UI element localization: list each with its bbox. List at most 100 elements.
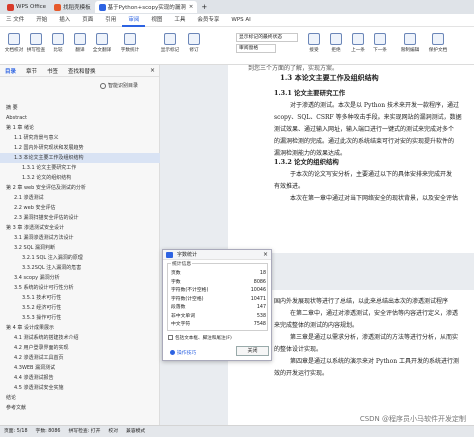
menu-view[interactable]: 视图	[145, 14, 168, 27]
toc-item[interactable]: 3.5 系统的设计可行性分析	[0, 283, 160, 293]
stat-value: 147	[256, 305, 266, 310]
toc-item[interactable]: 第 3 章 渗透测试安全设计	[0, 223, 160, 233]
show-markup-button[interactable]: 显示标记	[160, 33, 180, 53]
close-pane-icon[interactable]: ×	[150, 67, 155, 74]
status-spellcheck[interactable]: 拼写检查: 打开	[64, 426, 104, 437]
translate-button[interactable]: 翻译	[70, 33, 90, 53]
stat-row: 页数 18	[171, 270, 266, 277]
toc-item[interactable]: 4.3WEB 漏洞测试	[0, 363, 160, 373]
toc-item[interactable]: 摘 要	[0, 103, 160, 113]
toc-item[interactable]: 第 4 章 设计成果展示	[0, 323, 160, 333]
full-translate-icon	[96, 33, 108, 45]
tab-chapters[interactable]: 章节	[21, 67, 42, 75]
toc-item[interactable]: 1.3.2 论文的组织结构	[0, 173, 160, 183]
toc-item[interactable]: 1.1 研究背景与意义	[0, 133, 160, 143]
review-pane-dropdown[interactable]: 审阅窗格	[236, 44, 276, 53]
menu-member[interactable]: 会员专享	[191, 14, 225, 27]
stat-value: 7548	[253, 322, 266, 327]
paragraph-line: 第四章是通过以系统的演示来对 Python 工具开发的系统进行测	[290, 358, 459, 365]
shield-icon	[432, 33, 444, 45]
toc-item[interactable]: 4.1 测试系统的搭建技术介绍	[0, 333, 160, 343]
toc-item[interactable]: 3.2.1 SQL 注入漏洞的原理	[0, 253, 160, 263]
toc-item[interactable]: 3.4 scopy 漏洞分析	[0, 273, 160, 283]
status-word-count[interactable]: 字数: 8086	[32, 426, 65, 437]
toc-item[interactable]: 3.2 SQL 漏洞判断	[0, 243, 160, 253]
toc-item[interactable]: 4.4 渗透测试报告	[0, 373, 160, 383]
close-icon[interactable]: ×	[263, 250, 268, 260]
paragraph-line: 国内外发展现状等进行了总结，以此来总结出本次的渗透测试程序	[274, 298, 449, 305]
menu-tools[interactable]: 工具	[168, 14, 191, 27]
statistics-group-label: 统计信息	[171, 260, 193, 267]
toc-item[interactable]: 4.2 渗透测试工具首页	[0, 353, 160, 363]
menu-home[interactable]: 开始	[30, 14, 53, 27]
previous-icon	[352, 33, 364, 45]
menu-review[interactable]: 审阅	[122, 14, 146, 27]
include-textbox-checkbox[interactable]: 包括文本框、脚注和尾注(F)	[168, 335, 232, 341]
toc-item[interactable]: 第 1 章 绪论	[0, 123, 160, 133]
markup-state-dropdown[interactable]: 显示标记的最终状态	[236, 33, 298, 42]
tab-bookmarks[interactable]: 书签	[42, 67, 63, 75]
stat-value: 538	[256, 313, 266, 319]
paragraph-line: 于本次的论文写安分析，主要通过以下的具体安排来完成开发	[290, 171, 453, 178]
reject-button[interactable]: 拒绝	[326, 33, 346, 53]
tab-wps-office[interactable]: WPS Office	[3, 1, 50, 13]
toc-item[interactable]: 第 2 章 web 安全评估及测试的分析	[0, 183, 160, 193]
menu-file[interactable]: 三 文件	[0, 14, 30, 27]
toc-item[interactable]: 2.1 渗透测试	[0, 193, 160, 203]
previous-button[interactable]: 上一条	[348, 33, 368, 53]
accept-button[interactable]: 接受	[304, 33, 324, 53]
menu-page[interactable]: 页面	[76, 14, 99, 27]
track-changes-button[interactable]: 修订	[184, 33, 204, 53]
menu-wps-ai[interactable]: WPS AI	[225, 14, 256, 27]
compare-button[interactable]: 比较	[48, 33, 68, 53]
tips-link[interactable]: 操作技巧	[170, 349, 196, 356]
tab-toc[interactable]: 目录	[0, 67, 21, 75]
status-bar: 页面: 5/18 字数: 8086 拼写检查: 打开 校对 兼容模式	[0, 425, 474, 437]
toc-item[interactable]: 3.5.1 技术可行性	[0, 293, 160, 303]
toc-item[interactable]: 1.2 国内外研究现状和发展趋势	[0, 143, 160, 153]
reject-icon	[330, 33, 342, 45]
new-tab-icon[interactable]: +	[201, 3, 207, 11]
review-ribbon: 文档校对 拼写检查 比较 翻译 全文翻译 字数统计 显示标记的最终状态 审阅窗格…	[0, 27, 474, 65]
toc-item[interactable]: 4.2 用户登录界面的实现	[0, 343, 160, 353]
proofread-icon	[8, 33, 20, 45]
status-proofread[interactable]: 校对	[104, 426, 122, 437]
toc-item[interactable]: 2.2 web 安全评估	[0, 203, 160, 213]
close-tab-icon[interactable]: ×	[189, 4, 194, 10]
wps-logo-icon	[7, 3, 14, 11]
toc-item[interactable]: 参考文献	[0, 403, 160, 413]
menu-insert[interactable]: 插入	[53, 14, 76, 27]
document-gutter	[160, 65, 228, 425]
protect-document-button[interactable]: 保护文档	[428, 33, 448, 53]
toc-item[interactable]: 3.3.2SQL 注入漏洞的危害	[0, 263, 160, 273]
proofread-button[interactable]: 文档校对	[4, 33, 24, 53]
tab-find-replace[interactable]: 查找和替换	[63, 67, 101, 75]
toc-item[interactable]: 2.3 漏洞扫描安全评估的设计	[0, 213, 160, 223]
paragraph-line: 漏洞检测能力的效果达成。	[274, 150, 347, 157]
toc-item[interactable]: 结论	[0, 393, 160, 403]
wps-writer-icon	[166, 252, 173, 258]
toc-item[interactable]: 1.3.1 论文主要研究工作	[0, 163, 160, 173]
toc-item[interactable]: 1.3 本论文主要工作及组织结构	[0, 153, 160, 163]
tab-template[interactable]: 找稻壳模板	[50, 1, 95, 13]
full-translate-button[interactable]: 全文翻译	[92, 33, 112, 53]
tab-document[interactable]: 基于Python+scopy实现的漏洞 ×	[94, 1, 198, 13]
toc-item[interactable]: 3.5.2 经济可行性	[0, 303, 160, 313]
status-page[interactable]: 页面: 5/18	[0, 426, 32, 437]
subsection-heading-2: 1.3.2 论文的组织结构	[274, 158, 339, 166]
menu-reference[interactable]: 引用	[99, 14, 122, 27]
word-count-button[interactable]: 字数统计	[120, 33, 140, 53]
smart-toc-button[interactable]: 智能识别目录	[100, 82, 138, 89]
toc-item[interactable]: 3.1 漏洞渗透测试方法设计	[0, 233, 160, 243]
toc-item[interactable]: 4.5 渗透测试安全实施	[0, 383, 160, 393]
toc-item[interactable]: Abstract	[0, 113, 160, 123]
stat-label: 字数	[171, 279, 181, 285]
spellcheck-button[interactable]: 拼写检查	[26, 33, 46, 53]
close-button[interactable]: 关闭	[236, 346, 269, 356]
paragraph-line: 有效推进。	[274, 183, 305, 190]
next-button[interactable]: 下一条	[370, 33, 390, 53]
toc-item[interactable]: 3.5.3 操作可行性	[0, 313, 160, 323]
markup-icon	[164, 33, 176, 45]
restrict-edit-button[interactable]: 限制编辑	[400, 33, 420, 53]
checkbox-box[interactable]	[168, 335, 173, 340]
